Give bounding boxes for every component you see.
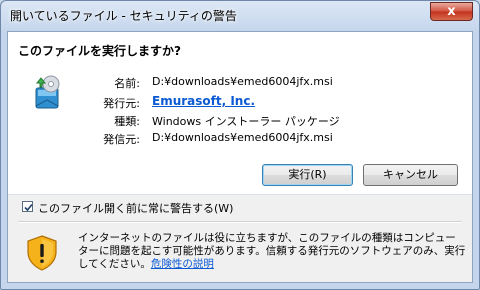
installer-package-icon bbox=[35, 75, 60, 109]
type-value: Windows インストーラー パッケージ bbox=[152, 115, 340, 128]
warning-message: インターネットのファイルは役に立ちますが、このファイルの種類はコンピューターに問… bbox=[78, 232, 466, 271]
publisher-link[interactable]: Emurasoft, Inc. bbox=[152, 94, 255, 108]
security-warning-window: 開いているファイル - セキュリティの警告 x このファイルを実行しますか? 名… bbox=[0, 0, 480, 290]
checkmark-icon bbox=[24, 203, 33, 212]
publisher-label: 発行元: bbox=[103, 97, 140, 110]
always-warn-checkbox[interactable] bbox=[22, 201, 33, 212]
origin-value: D:¥downloads¥emed6004jfx.msi bbox=[152, 131, 333, 144]
name-value: D:¥downloads¥emed6004jfx.msi bbox=[152, 75, 333, 88]
close-icon[interactable]: x bbox=[431, 3, 472, 20]
warning-text: インターネットのファイルは役に立ちますが、このファイルの種類はコンピューターに問… bbox=[78, 232, 466, 270]
file-info-panel: このファイルを実行しますか? 名前: D:¥downloads¥emed6004… bbox=[8, 32, 472, 194]
title-bar[interactable]: 開いているファイル - セキュリティの警告 x bbox=[1, 1, 479, 31]
risk-explanation-link[interactable]: 危険性の説明 bbox=[151, 258, 214, 270]
window-title: 開いているファイル - セキュリティの警告 bbox=[10, 9, 237, 23]
type-label: 種類: bbox=[114, 115, 140, 128]
run-button[interactable]: 実行(R) bbox=[262, 164, 353, 186]
name-label: 名前: bbox=[114, 77, 140, 90]
always-warn-label[interactable]: このファイル開く前に常に警告する(W) bbox=[38, 200, 233, 216]
security-shield-warning-icon bbox=[27, 235, 57, 271]
close-button[interactable]: x bbox=[430, 2, 473, 21]
cancel-button[interactable]: キャンセル bbox=[363, 164, 458, 186]
warning-divider bbox=[18, 221, 462, 223]
origin-label: 発信元: bbox=[103, 133, 140, 146]
panel-divider bbox=[8, 194, 472, 195]
dialog-client-area: このファイルを実行しますか? 名前: D:¥downloads¥emed6004… bbox=[7, 31, 473, 283]
dialog-question: このファイルを実行しますか? bbox=[18, 44, 181, 58]
